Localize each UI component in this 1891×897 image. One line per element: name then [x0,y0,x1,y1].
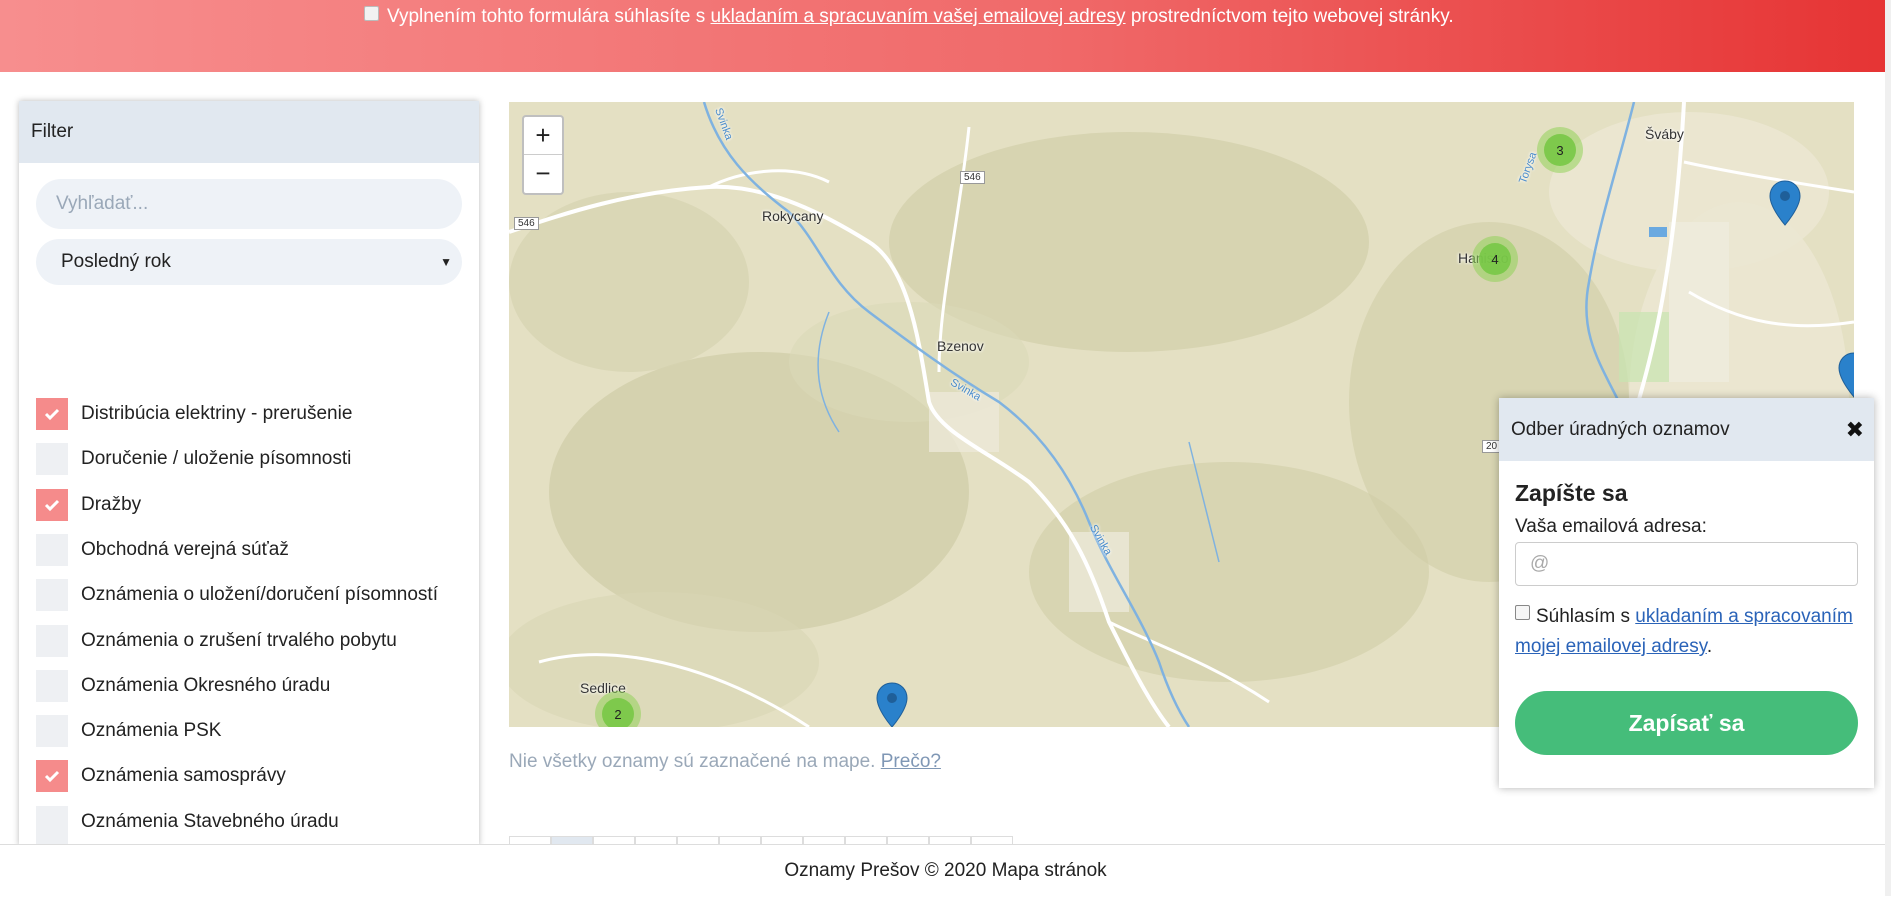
zoom-out-button[interactable]: − [524,155,562,192]
map-pin-icon[interactable] [1837,352,1854,398]
filter-option[interactable]: Oznámenia o uložení/doručení písomností [36,578,438,612]
consent-end: . [1706,636,1713,657]
filter-checkbox[interactable] [36,670,68,702]
filter-checkbox[interactable] [36,398,68,430]
email-field[interactable] [1515,542,1858,586]
filter-option-label: Oznámenia Stavebného úradu [81,811,339,832]
footer: Oznamy Prešov © 2020 Mapa stránok [0,844,1891,897]
zoom-control: + − [522,115,564,195]
filter-checkbox[interactable] [36,534,68,566]
why-link[interactable]: Prečo? [881,751,941,772]
checkmark-icon [44,499,60,512]
filter-option[interactable]: Oznámenia samosprávy [36,759,286,793]
marker-cluster-count: 3 [1544,134,1576,166]
marker-cluster-count: 2 [602,698,634,727]
road-shield: 546 [960,171,985,184]
filter-checkbox[interactable] [36,625,68,657]
filter-checkbox[interactable] [36,489,68,521]
close-icon[interactable]: ✖ [1846,398,1864,461]
filter-checkbox[interactable] [36,715,68,747]
filter-option-label: Doručenie / uloženie písomnosti [81,448,352,469]
email-label: Vaša emailová adresa: [1515,516,1707,537]
marker-cluster[interactable]: 3 [1537,127,1583,173]
filter-panel: Filter Posledný rok ▼ Distribúcia elektr… [19,101,479,846]
map-pin-icon[interactable] [1768,180,1802,226]
road-shield: 546 [514,217,539,230]
banner-text-end: prostredníctvom tejto webovej stránky. [1130,6,1454,27]
filter-option-label: Dražby [81,494,142,515]
marker-cluster[interactable]: 4 [1472,236,1518,282]
consent-checkbox[interactable] [1515,605,1530,620]
map-pin-icon[interactable] [875,682,909,727]
subscribe-popup: Odber úradných oznamov ✖ Zapíšte sa Vaša… [1499,398,1874,788]
checkmark-icon [44,408,60,421]
period-select[interactable]: Posledný rok ▼ [36,239,462,285]
period-select-value: Posledný rok [61,251,171,272]
filter-option[interactable]: Obchodná verejná súťaž [36,533,289,567]
filter-title: Filter [19,101,479,163]
filter-option[interactable]: Oznámenia o zrušení trvalého pobytu [36,624,397,658]
filter-option-label: Oznámenia samosprávy [81,765,286,786]
filter-option[interactable]: Oznámenia Stavebného úradu [36,805,339,839]
consent-text: Súhlasím s [1536,606,1630,627]
place-label: Rokycany [762,208,824,224]
place-label: Bzenov [937,338,984,354]
map-note: Nie všetky oznamy sú zaznačené na mape. … [509,751,941,773]
filter-option-label: Distribúcia elektriny - prerušenie [81,403,353,424]
filter-option[interactable]: Oznámenia PSK [36,714,221,748]
marker-cluster-count: 4 [1479,243,1511,275]
filter-checkbox[interactable] [36,579,68,611]
search-input[interactable] [36,179,462,229]
filter-option[interactable]: Oznámenia Okresného úradu [36,669,330,703]
filter-option-label: Oznámenia o zrušení trvalého pobytu [81,630,397,651]
filter-checkbox[interactable] [36,760,68,792]
filter-option-label: Oznámenia o uložení/doručení písomností [81,584,438,605]
filter-option[interactable]: Dražby [36,488,141,522]
filter-option-label: Oznámenia PSK [81,720,222,741]
banner-link[interactable]: ukladaním a spracuvaním vašej emailovej … [711,6,1126,27]
subscribe-button[interactable]: Zapísať sa [1515,691,1858,755]
filter-option[interactable]: Distribúcia elektriny - prerušenie [36,397,352,431]
checkmark-icon [44,770,60,783]
map-note-text: Nie všetky oznamy sú zaznačené na mape. [509,751,876,772]
scrollbar[interactable] [1885,0,1891,896]
filter-option-label: Obchodná verejná súťaž [81,539,289,560]
banner-text: Vyplnením tohto formulára súhlasíte s [387,6,706,27]
banner-checkbox[interactable] [364,6,379,21]
consent-banner: Vyplnením tohto formulára súhlasíte s uk… [0,0,1891,72]
dropdown-arrow-icon: ▼ [440,255,452,269]
consent: Súhlasím s ukladaním a spracovaním mojej… [1515,602,1865,662]
filter-option-label: Oznámenia Okresného úradu [81,675,331,696]
zoom-in-button[interactable]: + [524,117,562,155]
filter-checkbox[interactable] [36,443,68,475]
popup-heading: Zapíšte sa [1515,480,1628,506]
place-label: Šváby [1645,126,1684,142]
filter-option[interactable]: Doručenie / uloženie písomnosti [36,442,351,476]
popup-title: Odber úradných oznamov [1511,419,1730,440]
popup-header: Odber úradných oznamov ✖ [1499,398,1874,461]
